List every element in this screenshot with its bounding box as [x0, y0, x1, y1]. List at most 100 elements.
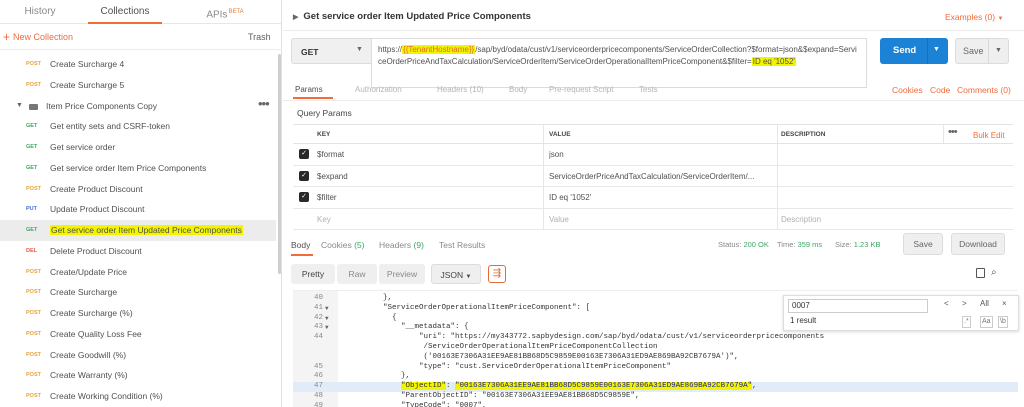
tab-response-headers[interactable]: Headers (9): [379, 240, 424, 250]
request-item[interactable]: POST Create Surcharge: [0, 282, 276, 303]
tab-response-body[interactable]: Body: [291, 240, 310, 250]
method-badge: DEL: [26, 247, 37, 254]
tab-collections[interactable]: Collections: [88, 0, 162, 24]
pretty-button[interactable]: Pretty: [291, 264, 335, 284]
fold-arrow-icon[interactable]: ▼: [325, 304, 329, 314]
request-item[interactable]: POST Create Quality Loss Fee: [0, 324, 276, 345]
download-button[interactable]: Download: [951, 233, 1005, 255]
checkbox[interactable]: ✓: [299, 192, 309, 202]
beta-badge: BETA: [228, 9, 244, 15]
param-key[interactable]: $expand: [317, 172, 537, 181]
whole-word-toggle[interactable]: \b: [998, 316, 1008, 328]
request-item[interactable]: POST Create Surcharge 5: [0, 75, 276, 96]
param-key[interactable]: $filter: [317, 193, 537, 202]
format-select[interactable]: JSON ▼: [431, 264, 481, 284]
request-item[interactable]: PUT Update Product Discount: [0, 199, 276, 220]
tab-authorization[interactable]: Authorization: [355, 85, 402, 94]
sidebar-scrollbar[interactable]: [278, 54, 281, 274]
chevron-down-icon[interactable]: ▼: [933, 46, 940, 53]
request-title[interactable]: ▶ Get service order Item Updated Price Co…: [293, 11, 531, 22]
request-item[interactable]: POST Create Surcharge 4: [0, 54, 276, 75]
copy-icon[interactable]: [976, 268, 985, 278]
method-badge: POST: [26, 351, 41, 358]
tab-body[interactable]: Body: [509, 85, 527, 94]
request-label: Create Warranty (%): [50, 365, 128, 386]
save-button[interactable]: Save ▼: [955, 38, 1009, 64]
param-value[interactable]: ServiceOrderPriceAndTaxCalculation/Servi…: [549, 172, 771, 181]
examples-label: Examples (0): [945, 12, 996, 22]
code-link[interactable]: Code: [930, 85, 950, 95]
param-value[interactable]: ID eq '1052': [549, 193, 771, 202]
request-item[interactable]: POST Create Working Condition (%): [0, 386, 276, 407]
tab-test-results[interactable]: Test Results: [439, 240, 485, 250]
tab-response-cookies[interactable]: Cookies (5): [321, 240, 364, 250]
bulk-edit-link[interactable]: Bulk Edit: [973, 131, 1005, 140]
column-divider: [777, 165, 778, 186]
value-input[interactable]: Value: [549, 215, 569, 224]
checkbox[interactable]: ✓: [299, 170, 309, 181]
tab-params[interactable]: Params: [295, 85, 323, 94]
raw-button[interactable]: Raw: [337, 264, 377, 284]
send-button[interactable]: Send ▼: [880, 38, 948, 64]
more-options-icon[interactable]: •••: [948, 126, 958, 138]
fold-arrow-icon[interactable]: ▼: [325, 323, 329, 333]
close-icon[interactable]: ×: [1002, 299, 1007, 308]
folder-item[interactable]: ▼ Item Price Components Copy •••: [0, 96, 276, 117]
tab-history[interactable]: History: [0, 0, 80, 24]
request-item[interactable]: GET Get service order: [0, 137, 276, 158]
request-item[interactable]: GET Get entity sets and CSRF-token: [0, 116, 276, 137]
tab-headers[interactable]: Headers (10): [437, 85, 484, 94]
code-text: "ObjectID": "00163E7306A31EE9AE81BB68D5C…: [401, 382, 757, 391]
fold-arrow-icon[interactable]: ▼: [325, 314, 329, 324]
request-label: Create Surcharge (%): [50, 303, 133, 324]
request-item[interactable]: GET Get service order Item Updated Price …: [0, 220, 276, 241]
cookies-link[interactable]: Cookies: [892, 85, 923, 95]
key-input[interactable]: Key: [317, 215, 331, 224]
line-number: 40: [313, 294, 323, 302]
plus-icon: +: [3, 30, 11, 44]
collection-tree: POST Create Surcharge 4 POST Create Surchar…: [0, 54, 276, 407]
column-divider: [943, 125, 944, 143]
request-item[interactable]: POST Create/Update Price: [0, 262, 276, 283]
tab-tests[interactable]: Tests: [639, 85, 658, 94]
request-item[interactable]: POST Create Goodwill (%): [0, 345, 276, 366]
column-divider: [543, 187, 544, 208]
find-prev-button[interactable]: <: [944, 299, 949, 308]
find-input[interactable]: 0007: [788, 299, 928, 313]
find-next-button[interactable]: >: [962, 299, 967, 308]
request-item[interactable]: POST Create Warranty (%): [0, 365, 276, 386]
preview-button[interactable]: Preview: [379, 264, 425, 284]
line-number: 47: [313, 382, 323, 391]
code-line: /ServiceOrderOperationalItemPriceCompone…: [293, 343, 1018, 353]
request-item[interactable]: GET Get service order Item Price Componen…: [0, 158, 276, 179]
tab-apis[interactable]: APIsBETA: [190, 0, 260, 24]
request-item[interactable]: POST Create Product Discount: [0, 179, 276, 200]
more-options-icon[interactable]: •••: [258, 94, 270, 115]
examples-dropdown[interactable]: Examples (0) ▼: [945, 12, 1003, 22]
chevron-down-icon[interactable]: ▼: [16, 96, 23, 117]
description-input[interactable]: Description: [781, 215, 821, 224]
method-select[interactable]: GET ▼: [291, 38, 371, 64]
request-label: Create Goodwill (%): [50, 345, 126, 366]
column-header-value: VALUE: [549, 131, 571, 138]
save-response-button[interactable]: Save: [903, 233, 943, 255]
code-line: 44 "uri": "https://my343772.sapbydesign.c…: [293, 333, 1018, 343]
wrap-lines-icon[interactable]: ⇶: [488, 265, 506, 283]
trash-button[interactable]: Trash: [248, 30, 271, 44]
find-all-button[interactable]: All: [980, 299, 989, 308]
chevron-down-icon[interactable]: ▼: [995, 47, 1002, 54]
regex-toggle[interactable]: .*: [962, 316, 971, 328]
method-badge: GET: [26, 227, 38, 233]
case-toggle[interactable]: Aa: [980, 316, 993, 328]
request-label-text: Get service order Item Price Components: [50, 162, 207, 173]
request-item[interactable]: DEL Delete Product Discount: [0, 241, 276, 262]
caret-right-icon[interactable]: ▶: [293, 14, 298, 21]
new-collection-button[interactable]: + New Collection: [3, 30, 73, 44]
tab-pre-request-script[interactable]: Pre-request Script: [549, 85, 613, 94]
comments-link[interactable]: Comments (0): [957, 85, 1011, 95]
checkbox[interactable]: ✓: [299, 149, 309, 159]
param-value[interactable]: json: [549, 150, 771, 159]
search-icon[interactable]: ⌕: [991, 267, 997, 278]
param-key[interactable]: $format: [317, 150, 537, 159]
request-item[interactable]: POST Create Surcharge (%): [0, 303, 276, 324]
